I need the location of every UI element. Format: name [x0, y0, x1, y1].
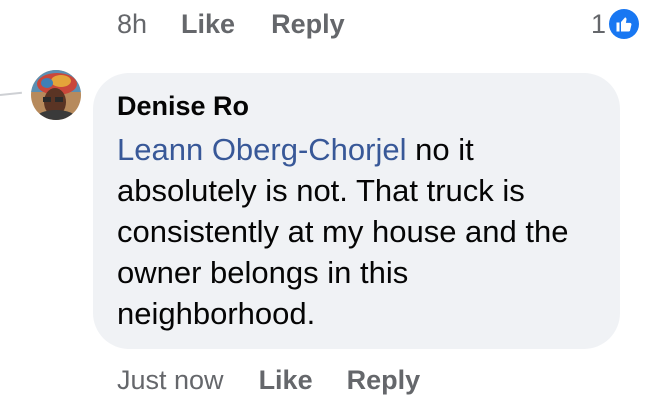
previous-comment-timestamp[interactable]: 8h: [117, 9, 147, 40]
previous-like-button[interactable]: Like: [181, 9, 235, 40]
user-avatar[interactable]: [31, 70, 81, 120]
reaction-summary[interactable]: 1: [591, 7, 639, 41]
reaction-count: 1: [590, 8, 606, 39]
previous-comment-actions: 8h Like Reply: [117, 4, 381, 44]
comment-actions: Just now Like Reply: [117, 358, 454, 402]
thumbs-up-icon: [609, 9, 639, 39]
mention-link[interactable]: Leann Oberg-Chorjel: [117, 132, 407, 167]
comment-author[interactable]: Denise Ro: [117, 89, 249, 123]
thread-connector-line: [0, 91, 22, 96]
comment-timestamp[interactable]: Just now: [117, 365, 224, 396]
previous-reply-button[interactable]: Reply: [271, 9, 345, 40]
comment-body: Leann Oberg-Chorjel no it absolutely is …: [117, 129, 597, 334]
comment-thread: 8h Like Reply 1 Denise Ro Leann Oberg-Ch: [0, 0, 661, 418]
reply-button[interactable]: Reply: [347, 365, 421, 396]
like-button[interactable]: Like: [259, 365, 313, 396]
comment-bubble: Denise Ro Leann Oberg-Chorjel no it abso…: [93, 73, 620, 349]
